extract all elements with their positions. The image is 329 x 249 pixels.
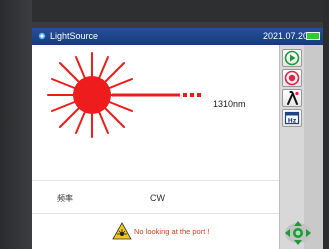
date-display: 2021.07.20 — [263, 31, 309, 41]
frequency-button[interactable]: Hz — [282, 109, 302, 127]
lambda-icon — [287, 90, 299, 105]
frequency-value: CW — [150, 193, 165, 203]
main-panel: 1310nm 频率 CW No looking at the port ! — [32, 45, 279, 249]
svg-text:Hz: Hz — [288, 118, 297, 125]
navigation-dpad-icon[interactable] — [283, 219, 313, 247]
wavelength-value: 1310nm — [213, 99, 246, 109]
warning-text: No looking at the port ! — [134, 227, 210, 236]
title-bar: LightSource 2021.07.20 — [32, 28, 323, 45]
laser-burst-icon — [47, 52, 201, 138]
laser-display: 1310nm — [32, 45, 279, 145]
device-bezel-top — [0, 0, 329, 22]
device-bezel-right — [323, 0, 329, 249]
frequency-row[interactable]: 频率 CW — [32, 180, 279, 214]
start-button[interactable] — [282, 49, 302, 67]
frequency-label: 频率 — [57, 194, 73, 203]
app-logo-icon — [38, 32, 46, 40]
device-bezel-left — [0, 0, 32, 249]
stop-button[interactable] — [282, 69, 302, 87]
laser-warning-icon — [112, 222, 132, 240]
right-toolbar: Hz — [279, 45, 323, 249]
wavelength-button[interactable] — [282, 89, 302, 107]
app-title: LightSource — [50, 31, 99, 41]
battery-icon — [306, 32, 320, 40]
stop-icon — [284, 70, 300, 86]
warning-banner: No looking at the port ! — [32, 217, 279, 249]
play-icon — [284, 50, 300, 66]
hz-icon: Hz — [284, 111, 300, 125]
device-screen: LightSource 2021.07.20 1310nm 频率 CW No l… — [32, 28, 323, 249]
